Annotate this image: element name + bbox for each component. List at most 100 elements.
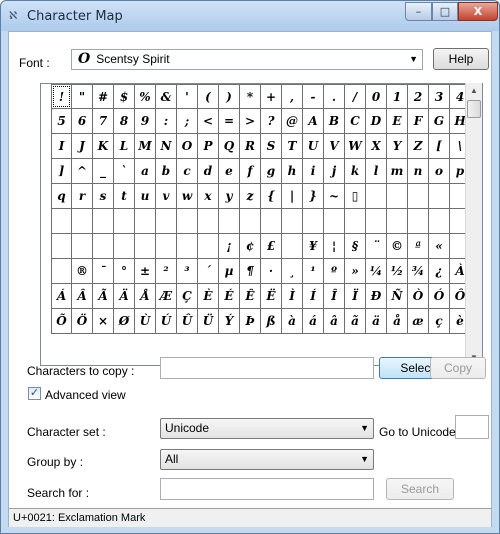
minimize-button[interactable]: – (405, 2, 432, 21)
character-cell[interactable]: ½ (387, 259, 408, 284)
character-cell[interactable]: § (345, 234, 366, 259)
character-cell[interactable]: Ý (219, 309, 240, 334)
scroll-up-icon[interactable]: ▲ (466, 83, 482, 99)
character-cell[interactable]: S (261, 134, 282, 159)
character-cell[interactable]: £ (261, 234, 282, 259)
character-cell[interactable]: F (408, 109, 429, 134)
character-cell[interactable]: ¦ (324, 234, 345, 259)
character-cell[interactable]: < (198, 109, 219, 134)
character-cell[interactable]: z (240, 184, 261, 209)
character-cell[interactable]: 6 (72, 109, 93, 134)
character-cell[interactable]: X (366, 134, 387, 159)
character-cell[interactable]: ° (114, 259, 135, 284)
character-cell[interactable]: Ð (366, 284, 387, 309)
character-cell[interactable]: f (240, 159, 261, 184)
character-cell[interactable] (261, 209, 282, 234)
character-cell[interactable] (345, 209, 366, 234)
character-cell[interactable]: ¡ (219, 234, 240, 259)
character-cell[interactable]: ¢ (240, 234, 261, 259)
character-cell[interactable]: ³ (177, 259, 198, 284)
character-cell[interactable]: P (198, 134, 219, 159)
character-cell[interactable]: } (303, 184, 324, 209)
character-cell[interactable]: o (429, 159, 450, 184)
character-cell[interactable]: I (51, 134, 72, 159)
copy-button[interactable]: Copy (430, 357, 486, 379)
search-button[interactable]: Search (386, 478, 454, 500)
character-cell[interactable] (387, 209, 408, 234)
character-cell[interactable]: B (324, 109, 345, 134)
character-cell[interactable] (93, 209, 114, 234)
character-cell[interactable] (93, 234, 114, 259)
character-cell[interactable]: ¨ (366, 234, 387, 259)
character-cell[interactable] (156, 234, 177, 259)
character-cell[interactable]: V (324, 134, 345, 159)
character-cell[interactable]: ] (51, 159, 72, 184)
character-cell[interactable]: y (219, 184, 240, 209)
character-cell[interactable]: ? (261, 109, 282, 134)
character-cell[interactable]: ã (345, 309, 366, 334)
character-cell[interactable]: » (345, 259, 366, 284)
character-cell[interactable]: à (282, 309, 303, 334)
character-cell[interactable] (156, 209, 177, 234)
character-cell[interactable]: D (366, 109, 387, 134)
character-cell[interactable]: { (261, 184, 282, 209)
character-cell[interactable]: C (345, 109, 366, 134)
character-cell[interactable]: : (156, 109, 177, 134)
character-cell[interactable]: a (135, 159, 156, 184)
character-cell[interactable]: Þ (240, 309, 261, 334)
character-cell[interactable] (177, 234, 198, 259)
character-cell[interactable]: ç (429, 309, 450, 334)
character-cell[interactable]: e (219, 159, 240, 184)
character-cell[interactable]: O (177, 134, 198, 159)
character-cell[interactable]: h (282, 159, 303, 184)
character-cell[interactable]: j (324, 159, 345, 184)
character-cell[interactable]: 2 (408, 84, 429, 109)
character-cell[interactable]: Í (303, 284, 324, 309)
character-cell[interactable]: 8 (114, 109, 135, 134)
character-cell[interactable]: Ê (240, 284, 261, 309)
character-cell[interactable]: ) (219, 84, 240, 109)
character-cell[interactable] (219, 209, 240, 234)
maximize-button[interactable]: □ (432, 2, 458, 21)
character-cell[interactable]: ^ (72, 159, 93, 184)
character-cell[interactable]: ` (114, 159, 135, 184)
character-cell[interactable]: R (240, 134, 261, 159)
character-cell[interactable]: Q (219, 134, 240, 159)
group-by-dropdown[interactable]: All ▼ (160, 449, 374, 470)
character-cell[interactable]: Õ (51, 309, 72, 334)
characters-to-copy-input[interactable] (160, 357, 374, 379)
character-cell[interactable]: L (114, 134, 135, 159)
character-cell[interactable]: ® (72, 259, 93, 284)
character-cell[interactable]: | (282, 184, 303, 209)
character-cell[interactable]: v (156, 184, 177, 209)
character-cell[interactable]: 9 (135, 109, 156, 134)
title-bar[interactable]: ℵ Character Map – □ X (1, 1, 499, 31)
character-cell[interactable]: Ç (177, 284, 198, 309)
character-cell[interactable]: æ (408, 309, 429, 334)
character-cell[interactable]: ¾ (408, 259, 429, 284)
character-cell[interactable]: q (51, 184, 72, 209)
character-cell[interactable]: © (387, 234, 408, 259)
character-cell[interactable]: . (324, 84, 345, 109)
character-cell[interactable]: l (366, 159, 387, 184)
character-cell[interactable] (303, 209, 324, 234)
character-cell[interactable]: % (135, 84, 156, 109)
character-cell[interactable]: Æ (156, 284, 177, 309)
character-cell[interactable] (177, 209, 198, 234)
character-cell[interactable]: « (429, 234, 450, 259)
character-cell[interactable] (72, 234, 93, 259)
character-cell[interactable]: × (93, 309, 114, 334)
character-cell[interactable] (282, 209, 303, 234)
close-button[interactable]: X (458, 2, 498, 21)
character-cell[interactable]: â (324, 309, 345, 334)
character-cell[interactable]: J (72, 134, 93, 159)
character-cell[interactable]: + (261, 84, 282, 109)
character-cell[interactable] (240, 209, 261, 234)
character-cell[interactable]: 1 (387, 84, 408, 109)
character-cell[interactable]: ¥ (303, 234, 324, 259)
character-cell[interactable]: $ (114, 84, 135, 109)
character-cell[interactable]: u (135, 184, 156, 209)
character-cell[interactable] (51, 234, 72, 259)
character-cell[interactable]: i (303, 159, 324, 184)
character-cell[interactable]: Ó (429, 284, 450, 309)
